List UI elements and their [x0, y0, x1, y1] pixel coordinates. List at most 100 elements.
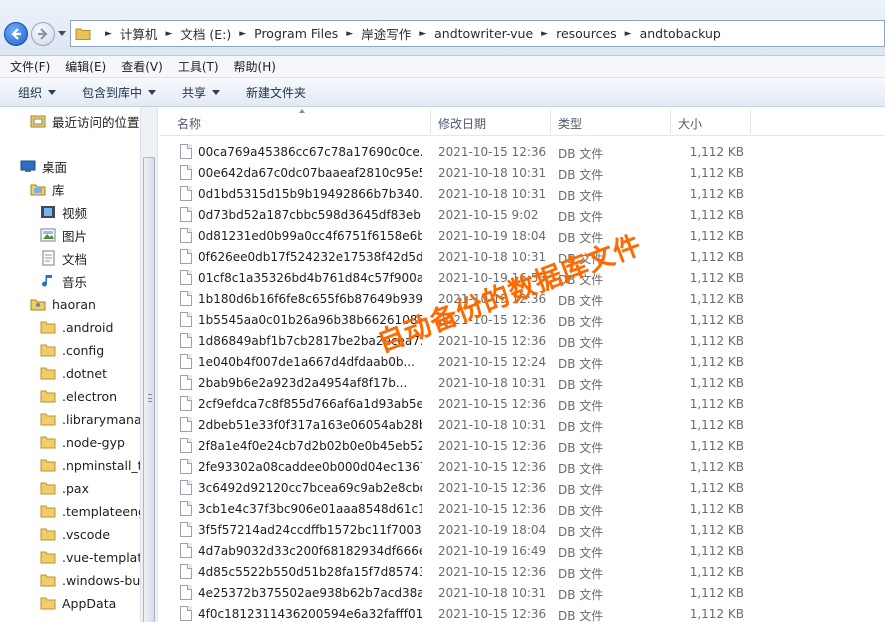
file-row[interactable]: 2cf9efdca7c8f855d766af6a1d93ab5e... 2021-…	[160, 394, 885, 415]
column-divider[interactable]	[430, 109, 431, 135]
nav-item-desktop[interactable]: 桌面	[20, 156, 67, 176]
file-icon	[180, 417, 192, 432]
nav-item-music[interactable]: 音乐	[40, 271, 87, 291]
column-header-size[interactable]: 大小	[678, 115, 702, 132]
file-row[interactable]: 0d73bd52a187cbbc598d3645df83eb... 2021-10…	[160, 205, 885, 226]
chevron-right-icon[interactable]: ►	[419, 29, 426, 39]
nav-item-folder[interactable]: .librarymanag	[40, 409, 150, 429]
breadcrumb-item[interactable]: andtobackup	[640, 26, 721, 41]
file-name: 1b180d6b16f6fe8c655f6b87649b939...	[198, 292, 422, 306]
file-row[interactable]: 1d86849abf1b7cb2817be2ba2ecea7... 2021-10…	[160, 331, 885, 352]
file-date: 2021-10-15 12:24	[438, 355, 547, 369]
file-row[interactable]: 2dbeb51e33f0f317a163e06054ab28b... 2021-1…	[160, 415, 885, 436]
file-icon	[180, 354, 192, 369]
nav-item-video[interactable]: 视频	[40, 202, 87, 222]
chevron-right-icon[interactable]: ►	[239, 29, 246, 39]
file-row[interactable]: 2f8a1e4f0e24cb7d2b02b0e0b45eb52... 2021-1…	[160, 436, 885, 457]
file-row[interactable]: 00ca769a45386cc67c78a17690c0ce... 2021-10…	[160, 142, 885, 163]
file-row[interactable]: 4d85c5522b550d51b28fa15f7d85743... 2021-1…	[160, 562, 885, 583]
file-row[interactable]: 00e642da67c0dc07baaeaf2810c95e5... 2021-1…	[160, 163, 885, 184]
column-header-type[interactable]: 类型	[558, 115, 582, 132]
file-row[interactable]: 4f0c1812311436200594e6a32fafff01... 2021-…	[160, 604, 885, 622]
chevron-right-icon[interactable]: ►	[346, 29, 353, 39]
nav-item-folder[interactable]: .vue-template	[40, 547, 150, 567]
file-name: 4d85c5522b550d51b28fa15f7d85743...	[198, 565, 422, 579]
nav-item-pictures[interactable]: 图片	[40, 225, 87, 245]
file-row[interactable]: 1b5545aa0c01b26a96b38b66261088... 2021-10…	[160, 310, 885, 331]
folder-icon	[40, 319, 56, 335]
file-icon	[180, 144, 192, 159]
nav-item-documents[interactable]: 文档	[40, 248, 87, 268]
menu-tools[interactable]: 工具(T)	[178, 58, 219, 75]
nav-item-folder[interactable]: .android	[40, 317, 113, 337]
file-type: DB 文件	[558, 147, 604, 161]
file-row[interactable]: 0d81231ed0b99a0cc4f6751f6158e6b... 2021-1…	[160, 226, 885, 247]
chevron-right-icon[interactable]: ►	[625, 29, 632, 39]
file-row[interactable]: 3cb1e4c37f3bc906e01aaa8548d61c1... 2021-1…	[160, 499, 885, 520]
file-icon	[180, 480, 192, 495]
nav-item-folder[interactable]: .vscode	[40, 524, 110, 544]
file-date: 2021-10-15 12:36	[438, 565, 547, 579]
file-icon	[180, 228, 192, 243]
nav-item-folder[interactable]: AppData	[40, 593, 116, 613]
file-row[interactable]: 3c6492d92120cc7bcea69c9ab2e8cbd... 2021-1…	[160, 478, 885, 499]
folder-icon	[40, 503, 56, 519]
file-row[interactable]: 1e040b4f007de1a667d4dfdaab0b... 2021-10-1…	[160, 352, 885, 373]
navigation-scrollbar[interactable]	[140, 107, 157, 622]
nav-item-folder[interactable]: .dotnet	[40, 363, 107, 383]
share-button[interactable]: 共享	[182, 84, 221, 101]
chevron-right-icon[interactable]: ►	[105, 29, 112, 39]
file-row[interactable]: 2fe93302a08caddee0b000d04ec1367... 2021-1…	[160, 457, 885, 478]
nav-item-label: .librarymanag	[62, 411, 150, 427]
share-label: 共享	[182, 85, 207, 100]
file-row[interactable]: 0d1bd5315d15b9b19492866b7b340... 2021-10-…	[160, 184, 885, 205]
nav-item-libraries[interactable]: 库	[30, 179, 65, 199]
file-row[interactable]: 4e25372b375502ae938b62b7acd38a... 2021-10…	[160, 583, 885, 604]
recent-pages-dropdown[interactable]	[58, 31, 66, 36]
breadcrumb-item[interactable]: 文档 (E:)	[180, 24, 231, 43]
nav-item-folder[interactable]: .templateengi	[40, 501, 149, 521]
chevron-right-icon[interactable]: ►	[165, 29, 172, 39]
chevron-right-icon[interactable]: ►	[541, 29, 548, 39]
menu-help[interactable]: 帮助(H)	[234, 58, 276, 75]
nav-item-folder[interactable]: .windows-buil	[40, 570, 147, 590]
nav-item-recent-places[interactable]: 最近访问的位置	[30, 111, 140, 131]
column-divider[interactable]	[550, 109, 551, 135]
file-icon	[180, 186, 192, 201]
breadcrumb-item[interactable]: Program Files	[254, 26, 338, 41]
file-row[interactable]: 2bab9b6e2a923d2a4954af8f17b... 2021-10-18…	[160, 373, 885, 394]
column-header-name[interactable]: 名称	[177, 115, 201, 132]
breadcrumb-item[interactable]: andtowriter-vue	[434, 26, 533, 41]
file-icon	[180, 312, 192, 327]
scrollbar-thumb[interactable]	[143, 157, 155, 622]
back-button[interactable]	[4, 22, 28, 46]
nav-item-folder[interactable]: .pax	[40, 478, 89, 498]
file-name: 4f0c1812311436200594e6a32fafff01...	[198, 607, 422, 621]
breadcrumb-item[interactable]: 岸途写作	[361, 24, 411, 43]
nav-item-haoran[interactable]: haoran	[30, 294, 96, 314]
nav-item-folder[interactable]: .node-gyp	[40, 432, 125, 452]
address-box[interactable]: ► 计算机 ► 文档 (E:) ► Program Files ► 岸途写作 ►…	[70, 20, 885, 47]
pictures-icon	[40, 227, 56, 243]
breadcrumb-item[interactable]: resources	[556, 26, 617, 41]
file-row[interactable]: 4d7ab9032d33c200f68182934df666e... 2021-1…	[160, 541, 885, 562]
file-icon	[180, 375, 192, 390]
column-divider[interactable]	[750, 109, 751, 135]
nav-item-label: .vue-template	[62, 549, 150, 565]
nav-item-folder[interactable]: .npminstall_ta	[40, 455, 150, 475]
column-divider[interactable]	[670, 109, 671, 135]
column-header-date[interactable]: 修改日期	[438, 115, 486, 132]
nav-item-folder[interactable]: .electron	[40, 386, 117, 406]
include-in-library-button[interactable]: 包含到库中	[82, 84, 157, 101]
menu-file[interactable]: 文件(F)	[10, 58, 50, 75]
menu-view[interactable]: 查看(V)	[121, 58, 163, 75]
menu-edit[interactable]: 编辑(E)	[65, 58, 106, 75]
forward-button[interactable]	[31, 22, 55, 46]
folder-icon	[40, 365, 56, 381]
nav-item-folder[interactable]: .config	[40, 340, 104, 360]
breadcrumb-item[interactable]: 计算机	[120, 24, 158, 43]
file-row[interactable]: 3f5f57214ad24ccdffb1572bc11f7003... 2021-…	[160, 520, 885, 541]
nav-item-label: 图片	[62, 228, 88, 244]
new-folder-button[interactable]: 新建文件夹	[246, 84, 306, 101]
organize-button[interactable]: 组织	[18, 84, 57, 101]
